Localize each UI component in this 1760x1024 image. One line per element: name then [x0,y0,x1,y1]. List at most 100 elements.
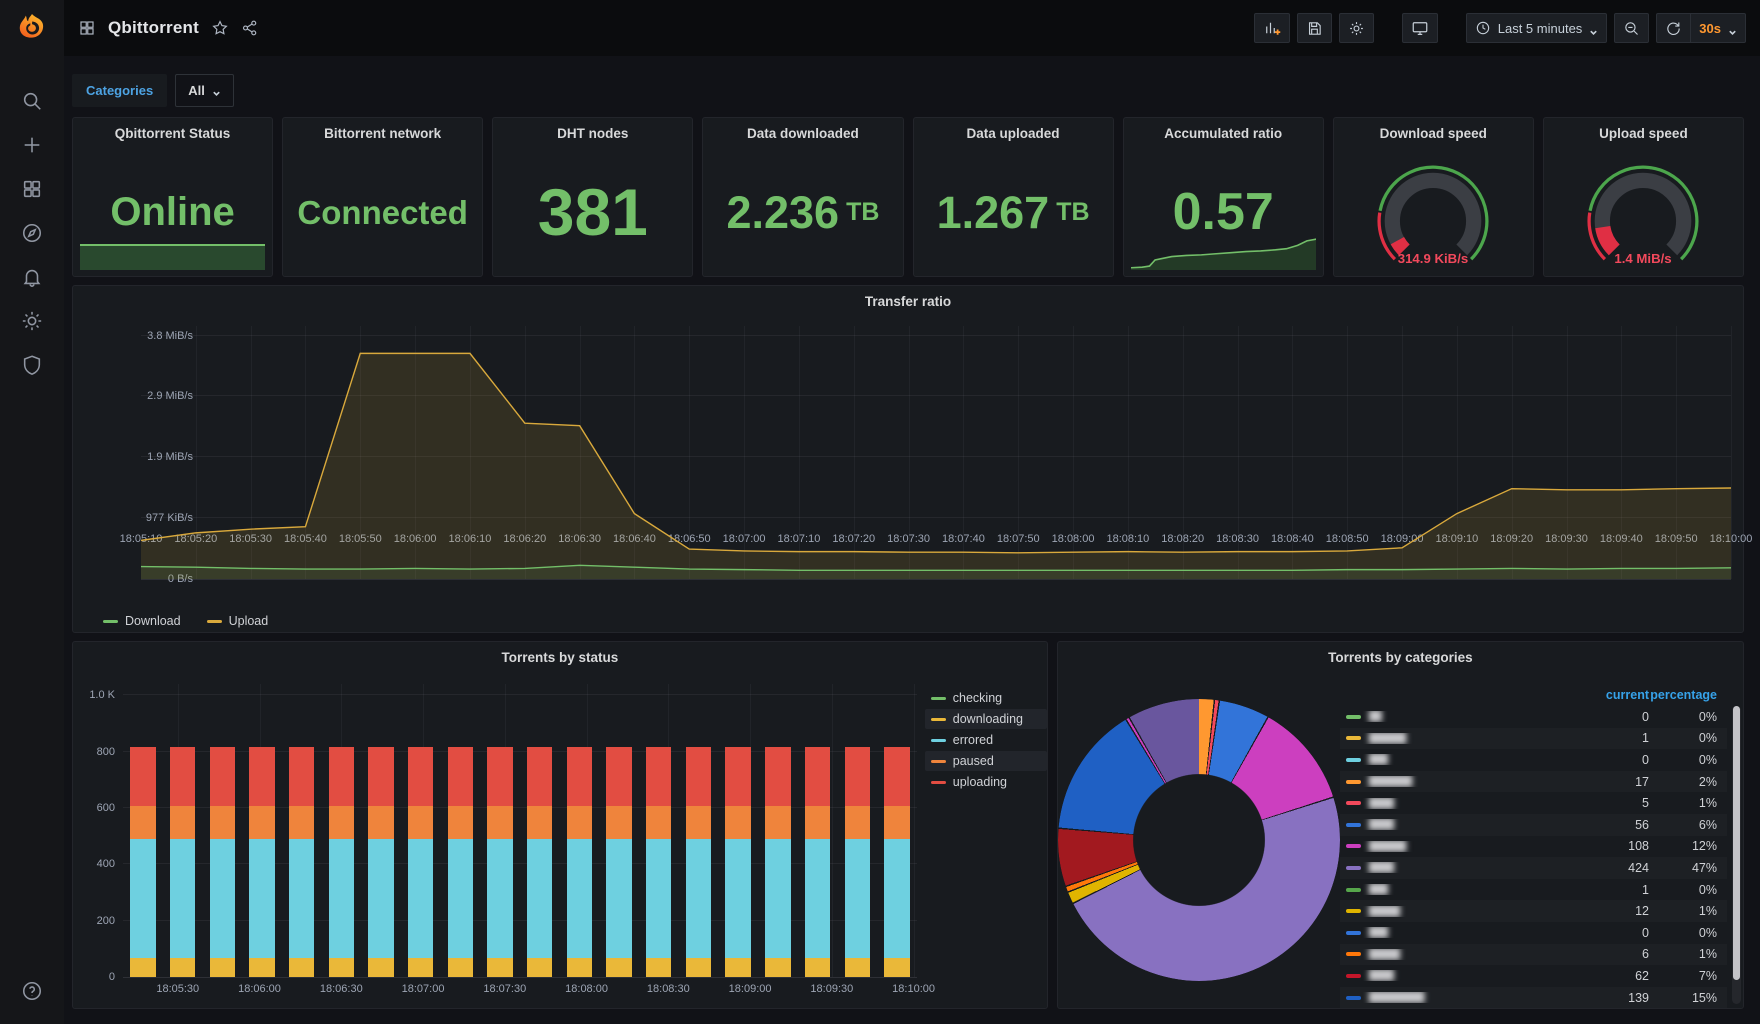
table-scrollbar-thumb[interactable] [1733,706,1740,981]
torrents-status-plot[interactable]: 200 400 600 800 1.0 K 0 18:05:30 18:06:00 18:06:… [89,684,935,995]
tv-mode-button[interactable] [1401,13,1438,43]
refresh-interval-picker[interactable]: 30s [1690,13,1746,43]
zoom-out-button[interactable] [1614,13,1650,43]
help-icon[interactable] [21,980,43,1002]
panel-title[interactable]: Torrents by categories [1058,642,1743,672]
category-percentage-value: 0% [1698,925,1717,940]
stacked-bar[interactable] [566,746,593,977]
stat-title[interactable]: Accumulated ratio [1124,118,1323,148]
stat-title[interactable]: Data uploaded [914,118,1113,148]
legend-item-download[interactable]: Download [99,612,185,630]
dashboard-grid-icon[interactable] [78,19,96,37]
table-row: ████ 424 47% [1339,857,1727,879]
panel-title[interactable]: Transfer ratio [73,286,1743,316]
stacked-bar[interactable] [288,746,315,977]
legend-item-uploading[interactable]: uploading [925,772,1047,792]
stat-title[interactable]: Data downloaded [703,118,902,148]
stacked-bar[interactable] [368,746,394,977]
configuration-gear-icon[interactable] [21,310,43,332]
stacked-bar[interactable] [804,746,831,977]
legend-item-errored[interactable]: errored [925,730,1047,750]
stacked-bar[interactable] [884,746,910,977]
explore-compass-icon[interactable] [21,222,43,244]
panel-transfer-ratio: Transfer ratio 977 KiB/s 1.9 MiB/s 2.9 MiB… [72,285,1752,633]
stat-title[interactable]: Upload speed [1544,118,1743,148]
stacked-bar[interactable] [844,746,870,977]
category-name-blurred: ████ [1368,970,1394,982]
category-color-swatch [1345,801,1361,806]
legend-item-downloading[interactable]: downloading [924,709,1047,729]
y-axis-label: 400 [96,858,115,871]
panel-title[interactable]: Torrents by status [73,642,1047,672]
stacked-bar[interactable] [725,746,751,977]
stacked-bar[interactable] [209,746,235,977]
x-axis-label: 18:09:00 [728,983,772,995]
column-header-percentage[interactable]: percentage [1649,688,1727,702]
stacked-bar[interactable] [765,746,791,977]
stacked-bar[interactable] [249,746,275,977]
dashboards-icon[interactable] [21,178,43,200]
star-icon[interactable] [211,19,229,37]
stat-unit: TB [846,197,880,226]
table-row: ██ 0 0% [1340,706,1727,728]
stacked-bar[interactable] [606,746,632,977]
gauge-value: 1.4 MiB/s [1615,251,1672,266]
stat-value: 1.267 [936,186,1050,238]
stat-title[interactable]: Qbittorrent Status [73,118,272,148]
admin-shield-icon[interactable] [21,354,43,376]
stat-panel-dht-nodes: DHT nodes 381 [492,117,694,277]
stacked-bar[interactable] [407,746,434,977]
dashboard-title[interactable]: Qbittorrent [108,18,199,38]
stat-title[interactable]: Download speed [1334,118,1533,148]
category-color-swatch [1345,887,1361,892]
stat-title[interactable]: Bittorrent network [283,118,482,148]
alerting-bell-icon[interactable] [21,266,43,288]
column-header-current[interactable]: current [1585,688,1649,702]
legend-color-dash [103,619,118,623]
table-scrollbar[interactable] [1732,706,1741,1004]
transfer-ratio-plot[interactable]: 977 KiB/s 1.9 MiB/s 2.9 MiB/s 3.8 MiB/s 0 B/… [120,326,1752,585]
refresh-button[interactable] [1656,13,1691,43]
stacked-bar[interactable] [646,746,672,977]
stacked-bar[interactable] [487,746,513,977]
category-current-value: 62 [1635,968,1649,983]
dashboard-settings-button[interactable] [1338,13,1374,43]
save-dashboard-button[interactable] [1296,13,1332,43]
stat-value: 2.236 [726,186,840,238]
create-plus-icon[interactable] [21,134,43,156]
category-current-value: 0 [1642,752,1649,767]
status-legend: checking downloading errored paused uplo… [924,672,1047,1008]
stat-title[interactable]: DHT nodes [493,118,692,148]
categories-table-header: current percentage [1340,684,1727,706]
chevron-down-icon [1728,24,1737,35]
stacked-bar[interactable] [169,746,196,977]
category-current-value: 6 [1642,947,1649,962]
stat-value: Online [110,190,235,234]
grafana-logo[interactable] [0,0,64,56]
stat-panel-data-downloaded: Data downloaded 2.236 TB [702,117,904,277]
legend-item-paused[interactable]: paused [924,751,1047,771]
add-panel-button[interactable] [1253,13,1290,43]
stacked-bar[interactable] [685,746,712,977]
legend-item-checking[interactable]: checking [925,688,1047,708]
category-name-blurred: ██ [1368,711,1382,723]
x-axis-label: 18:07:30 [483,983,527,995]
variable-value-dropdown[interactable]: All [175,74,234,107]
search-icon[interactable] [21,90,43,112]
legend-item-upload[interactable]: Upload [203,612,273,630]
stat-panel-download-speed: Download speed 314.9 KiB/s [1332,117,1534,277]
category-percentage-value: 47% [1691,860,1717,875]
legend-color-dash [930,717,946,721]
panel-torrents-by-status: Torrents by status 200 400 600 800 1.0 K 0 18:… [72,641,1048,1009]
stat-value: 381 [537,175,648,249]
categories-donut-chart[interactable] [1057,699,1340,981]
category-percentage-value: 7% [1698,968,1717,983]
stacked-bar[interactable] [447,746,474,977]
stacked-bar[interactable] [527,746,553,977]
category-color-swatch [1345,952,1361,957]
stacked-bar[interactable] [328,746,354,977]
category-color-swatch [1345,844,1361,849]
time-range-picker[interactable]: Last 5 minutes [1465,13,1608,43]
stacked-bar[interactable] [130,746,156,977]
share-icon[interactable] [241,19,259,37]
